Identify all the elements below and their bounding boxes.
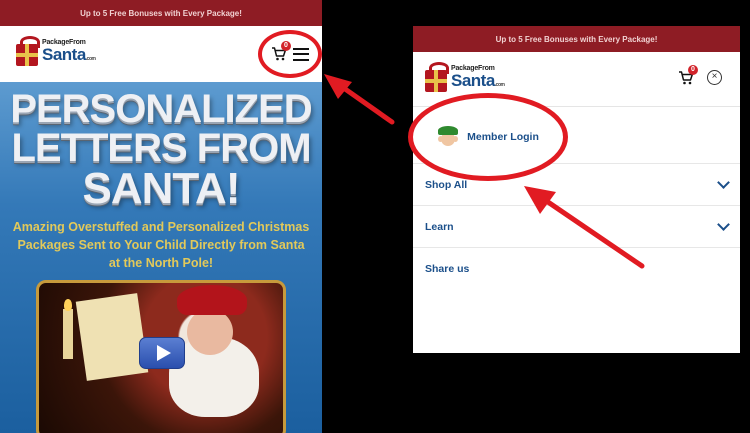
arrow-to-menu-shaft [335, 81, 395, 125]
menu-item-label: Learn [425, 220, 454, 233]
cart-count-badge: 0 [688, 65, 698, 75]
gift-box-icon [14, 36, 40, 66]
annotation-caption: Login on Mobile [128, 33, 240, 85]
santa-face [187, 309, 233, 355]
logo-text-bottom: Santa.com [42, 45, 96, 64]
caption-line-2: Mobile [150, 60, 218, 83]
chevron-down-icon [717, 218, 730, 231]
candle-flame [64, 299, 72, 311]
santa-hat [177, 285, 247, 315]
cart-count-badge: 0 [281, 41, 291, 51]
menu-item-label: Share us [425, 263, 470, 275]
site-logo[interactable]: PackageFrom Santa.com [14, 36, 96, 66]
headline-line-2: LETTERS FROM [11, 126, 311, 170]
chevron-down-icon [717, 176, 730, 189]
promo-banner[interactable]: Up to 5 Free Bonuses with Every Package! [413, 26, 740, 52]
hero-headline: PERSONALIZED LETTERS FROM SANTA! [0, 87, 322, 213]
hero-subtext: Amazing Overstuffed and Personalized Chr… [12, 220, 310, 270]
play-icon[interactable] [139, 337, 185, 369]
cart-button[interactable]: 0 [271, 41, 291, 62]
close-icon[interactable]: × [707, 70, 722, 85]
mobile-home-screen: Up to 5 Free Bonuses with Every Package!… [0, 0, 322, 433]
menu-item-learn[interactable]: Learn [413, 206, 740, 248]
hero-section: PERSONALIZED LETTERS FROM SANTA! Amazing… [0, 82, 322, 433]
letter-image [75, 293, 149, 381]
candle-image [63, 309, 73, 359]
highlight-circle-menu: 0 [258, 30, 322, 78]
video-thumbnail[interactable] [36, 280, 286, 433]
elf-avatar-icon [437, 126, 459, 148]
site-logo[interactable]: PackageFrom Santa.com [423, 62, 505, 92]
promo-banner[interactable]: Up to 5 Free Bonuses with Every Package! [0, 0, 322, 26]
menu-item-share-us[interactable]: Share us [413, 248, 740, 290]
headline-line-3: SANTA! [82, 164, 241, 213]
hamburger-menu-icon[interactable] [293, 47, 309, 61]
cart-button[interactable]: 0 [678, 65, 698, 86]
caption-line-1: Login on [139, 34, 229, 57]
member-login-label: Member Login [467, 131, 539, 143]
gift-box-icon [423, 62, 449, 92]
mobile-menu-screen: Up to 5 Free Bonuses with Every Package!… [413, 26, 740, 353]
headline-line-1: PERSONALIZED [10, 87, 312, 131]
logo-text-bottom: Santa.com [451, 71, 505, 90]
menu-item-label: Shop All [425, 178, 468, 191]
arrow-to-menu-head [324, 74, 352, 99]
member-login-button[interactable]: Member Login [408, 93, 568, 181]
